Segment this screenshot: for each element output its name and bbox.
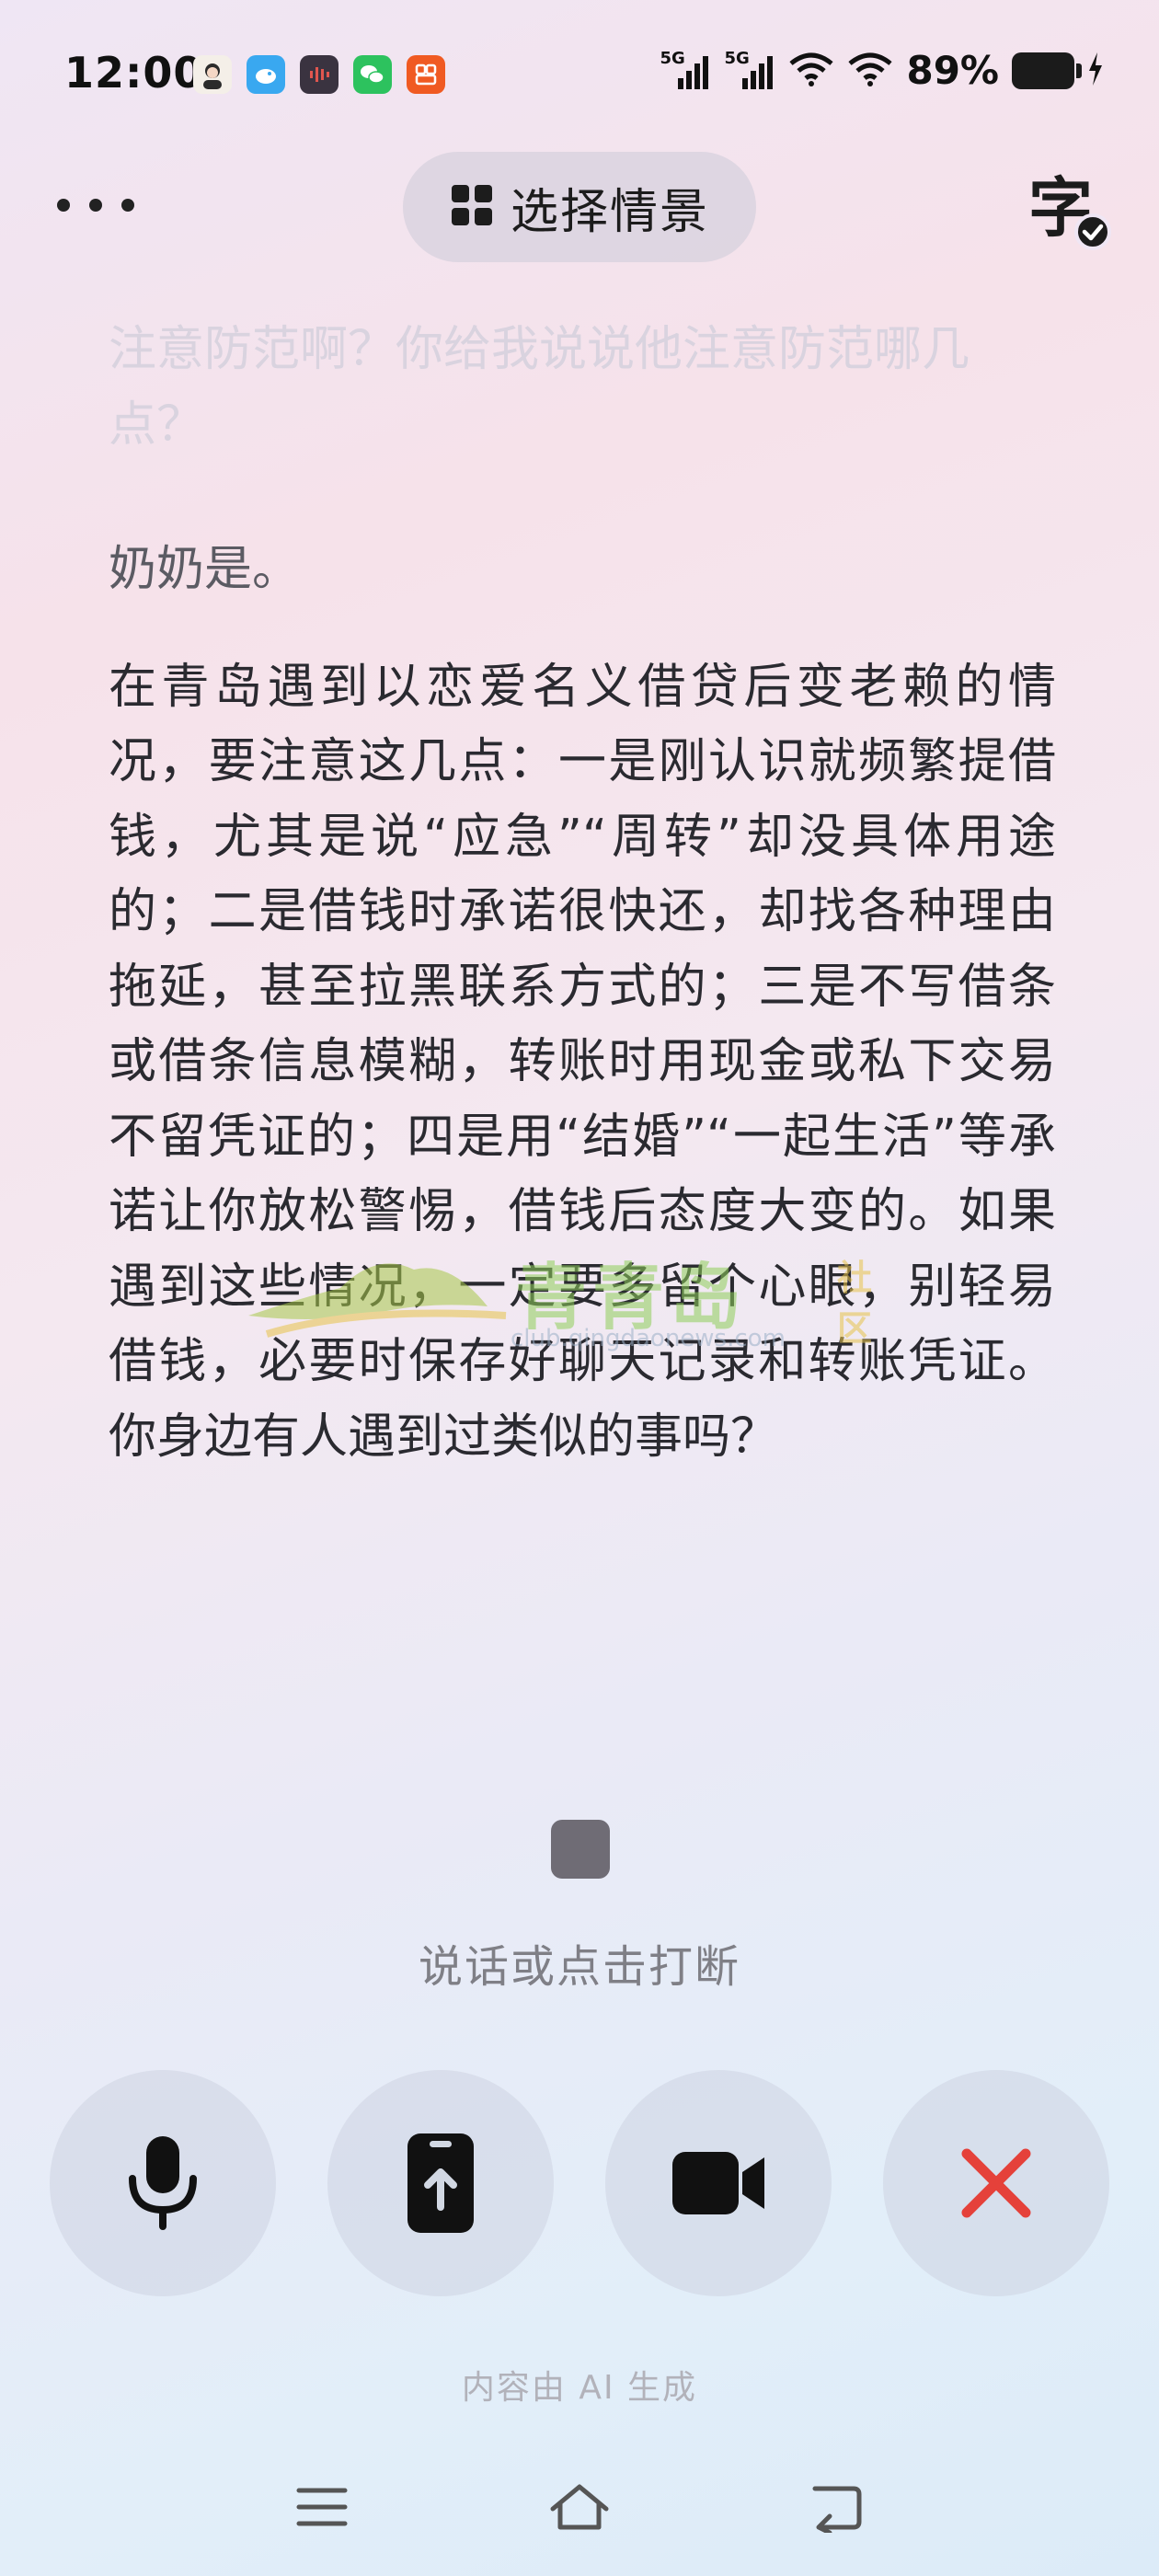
select-scene-button[interactable]: 选择情景 bbox=[403, 152, 756, 262]
dot bbox=[121, 199, 134, 212]
voice-recorder-icon bbox=[300, 55, 339, 94]
bird-app-icon bbox=[247, 55, 285, 94]
dot bbox=[89, 199, 102, 212]
check-badge-icon bbox=[1074, 213, 1111, 250]
interrupt-hint: 说话或点击打断 bbox=[418, 1941, 740, 1993]
wifi-2-icon bbox=[847, 51, 893, 91]
video-camera-icon bbox=[672, 2152, 764, 2214]
wechat-icon bbox=[353, 55, 392, 94]
grid-icon bbox=[450, 183, 494, 231]
taobao-icon bbox=[407, 55, 445, 94]
user-message: 奶奶是。 bbox=[109, 542, 301, 597]
avatar-app-icon bbox=[193, 55, 232, 94]
nav-home-button[interactable] bbox=[547, 2479, 612, 2535]
assistant-message: 在青岛遇到以恋爱名义借贷后变老赖的情况，要注意这几点：一是刚认识就频繁提借钱，尤… bbox=[109, 659, 1056, 1465]
home-icon bbox=[550, 2484, 609, 2530]
cellular-signal-icon: 5G bbox=[660, 49, 711, 91]
nav-menu-button[interactable] bbox=[290, 2479, 354, 2535]
battery-percent: 89% bbox=[906, 48, 999, 93]
status-bar: 12:00 5G 5G 89% bbox=[0, 0, 1159, 147]
ai-disclaimer: 内容由 AI 生成 bbox=[461, 2369, 698, 2407]
battery-icon bbox=[1012, 52, 1082, 89]
status-time: 12:00 bbox=[64, 48, 204, 98]
status-indicators: 5G 5G 89% bbox=[660, 48, 1104, 93]
cellular-signal-2-icon: 5G bbox=[724, 49, 775, 91]
notification-icons bbox=[193, 55, 445, 94]
share-screen-button[interactable] bbox=[327, 2070, 554, 2296]
video-camera-button[interactable] bbox=[605, 2070, 832, 2296]
microphone-button[interactable] bbox=[50, 2070, 276, 2296]
hang-up-button[interactable] bbox=[883, 2070, 1109, 2296]
nav-back-button[interactable] bbox=[805, 2479, 869, 2535]
dot bbox=[57, 199, 70, 212]
menu-icon bbox=[296, 2488, 348, 2526]
more-options-button[interactable] bbox=[57, 182, 134, 228]
back-icon bbox=[812, 2486, 862, 2533]
select-scene-label: 选择情景 bbox=[510, 184, 709, 240]
previous-message: 注意防范啊？你给我说说他注意防范哪几点？ bbox=[109, 322, 970, 453]
conversation-transcript: 注意防范啊？你给我说说他注意防范哪几点？ 奶奶是。 在青岛遇到以恋爱名义借贷后变… bbox=[109, 313, 1056, 1475]
charging-icon bbox=[1087, 52, 1104, 89]
subtitle-toggle-button[interactable]: 字 bbox=[1028, 169, 1111, 250]
stop-speaking-button[interactable] bbox=[551, 1820, 610, 1879]
microphone-icon bbox=[129, 2136, 197, 2230]
share-screen-icon bbox=[407, 2133, 474, 2233]
wifi-icon bbox=[788, 51, 834, 91]
close-icon bbox=[961, 2148, 1031, 2218]
